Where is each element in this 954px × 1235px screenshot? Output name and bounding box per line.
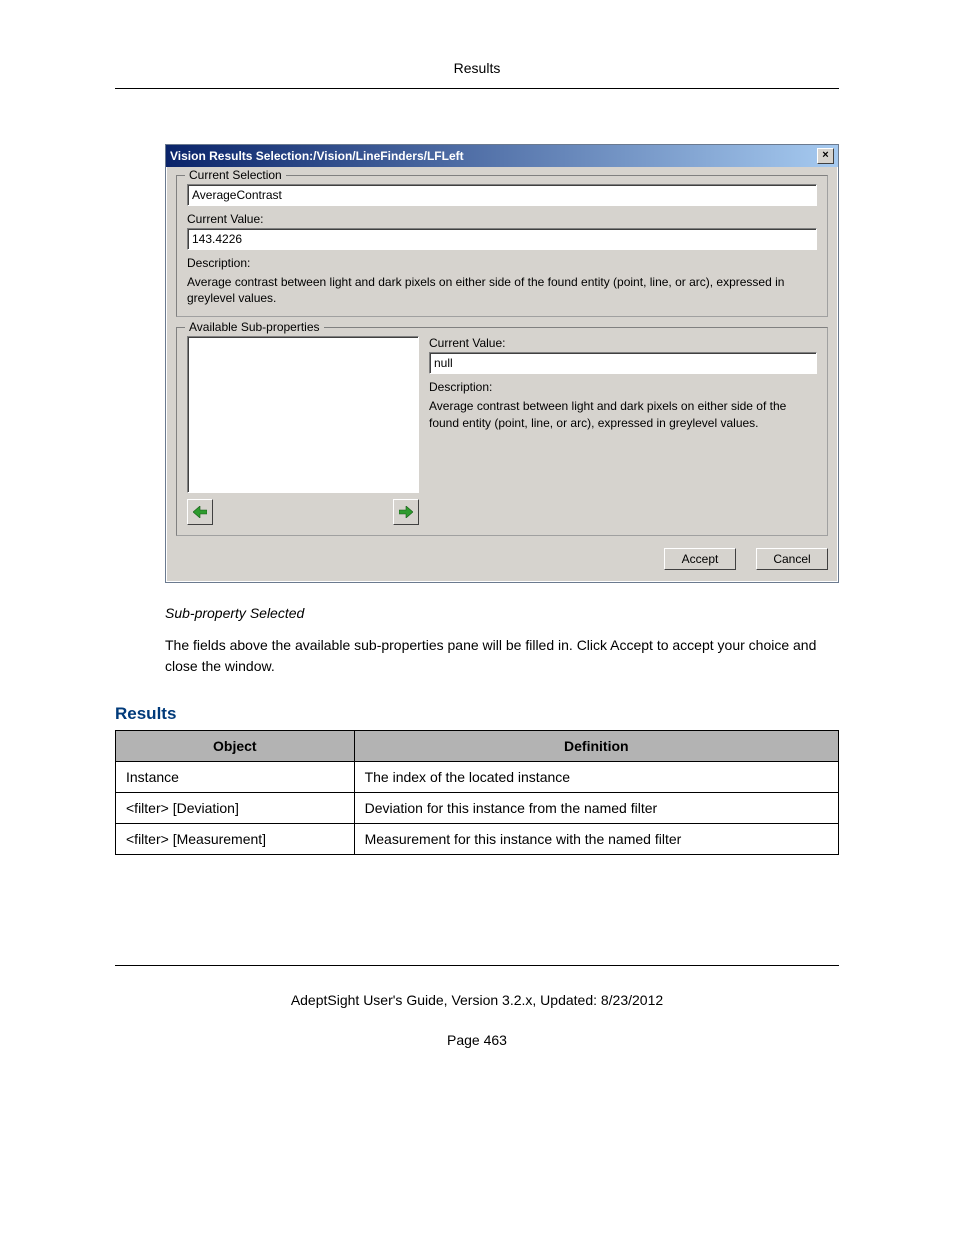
results-heading: Results	[115, 704, 839, 724]
sub-description-text: Average contrast between light and dark …	[429, 398, 817, 430]
table-cell-definition: The index of the located instance	[354, 761, 838, 792]
page-number: Page 463	[115, 1032, 839, 1048]
current-value-label: Current Value:	[187, 212, 817, 226]
accept-button[interactable]: Accept	[664, 548, 736, 570]
results-table: Object Definition Instance The index of …	[115, 730, 839, 855]
forward-button[interactable]	[393, 499, 419, 525]
table-cell-object: <filter> [Deviation]	[116, 792, 355, 823]
table-row: <filter> [Deviation] Deviation for this …	[116, 792, 839, 823]
sub-properties-listbox[interactable]	[187, 336, 419, 493]
current-value-field[interactable]: 143.4226	[187, 228, 817, 250]
table-cell-definition: Measurement for this instance with the n…	[354, 823, 838, 854]
footer-line: AdeptSight User's Guide, Version 3.2.x, …	[291, 992, 663, 1008]
table-row: Instance The index of the located instan…	[116, 761, 839, 792]
cancel-button[interactable]: Cancel	[756, 548, 828, 570]
vision-results-dialog: Vision Results Selection:/Vision/LineFin…	[165, 144, 839, 583]
sub-current-value-label: Current Value:	[429, 336, 817, 350]
sub-current-value-field[interactable]: null	[429, 352, 817, 374]
close-icon[interactable]: ×	[817, 148, 834, 164]
page-header: Results	[115, 60, 839, 89]
table-cell-object: <filter> [Measurement]	[116, 823, 355, 854]
dialog-title: Vision Results Selection:/Vision/LineFin…	[170, 149, 464, 163]
description-label: Description:	[187, 256, 817, 270]
back-button[interactable]	[187, 499, 213, 525]
sub-properties-legend: Available Sub-properties	[185, 320, 324, 334]
header-title: Results	[454, 60, 501, 76]
page-footer: AdeptSight User's Guide, Version 3.2.x, …	[115, 965, 839, 1048]
description-text: Average contrast between light and dark …	[187, 274, 817, 306]
dialog-titlebar: Vision Results Selection:/Vision/LineFin…	[166, 145, 838, 167]
table-header-object: Object	[116, 730, 355, 761]
sub-description-label: Description:	[429, 380, 817, 394]
figure-caption: Sub-property Selected	[165, 605, 839, 621]
table-header-definition: Definition	[354, 730, 838, 761]
selection-name-field[interactable]: AverageContrast	[187, 184, 817, 206]
current-selection-group: Current Selection AverageContrast Curren…	[176, 175, 828, 317]
body-paragraph: The fields above the available sub-prope…	[165, 635, 839, 676]
table-row: <filter> [Measurement] Measurement for t…	[116, 823, 839, 854]
table-cell-object: Instance	[116, 761, 355, 792]
current-selection-legend: Current Selection	[185, 168, 286, 182]
sub-properties-group: Available Sub-properties	[176, 327, 828, 536]
arrow-left-icon	[193, 506, 207, 518]
arrow-right-icon	[399, 506, 413, 518]
table-cell-definition: Deviation for this instance from the nam…	[354, 792, 838, 823]
